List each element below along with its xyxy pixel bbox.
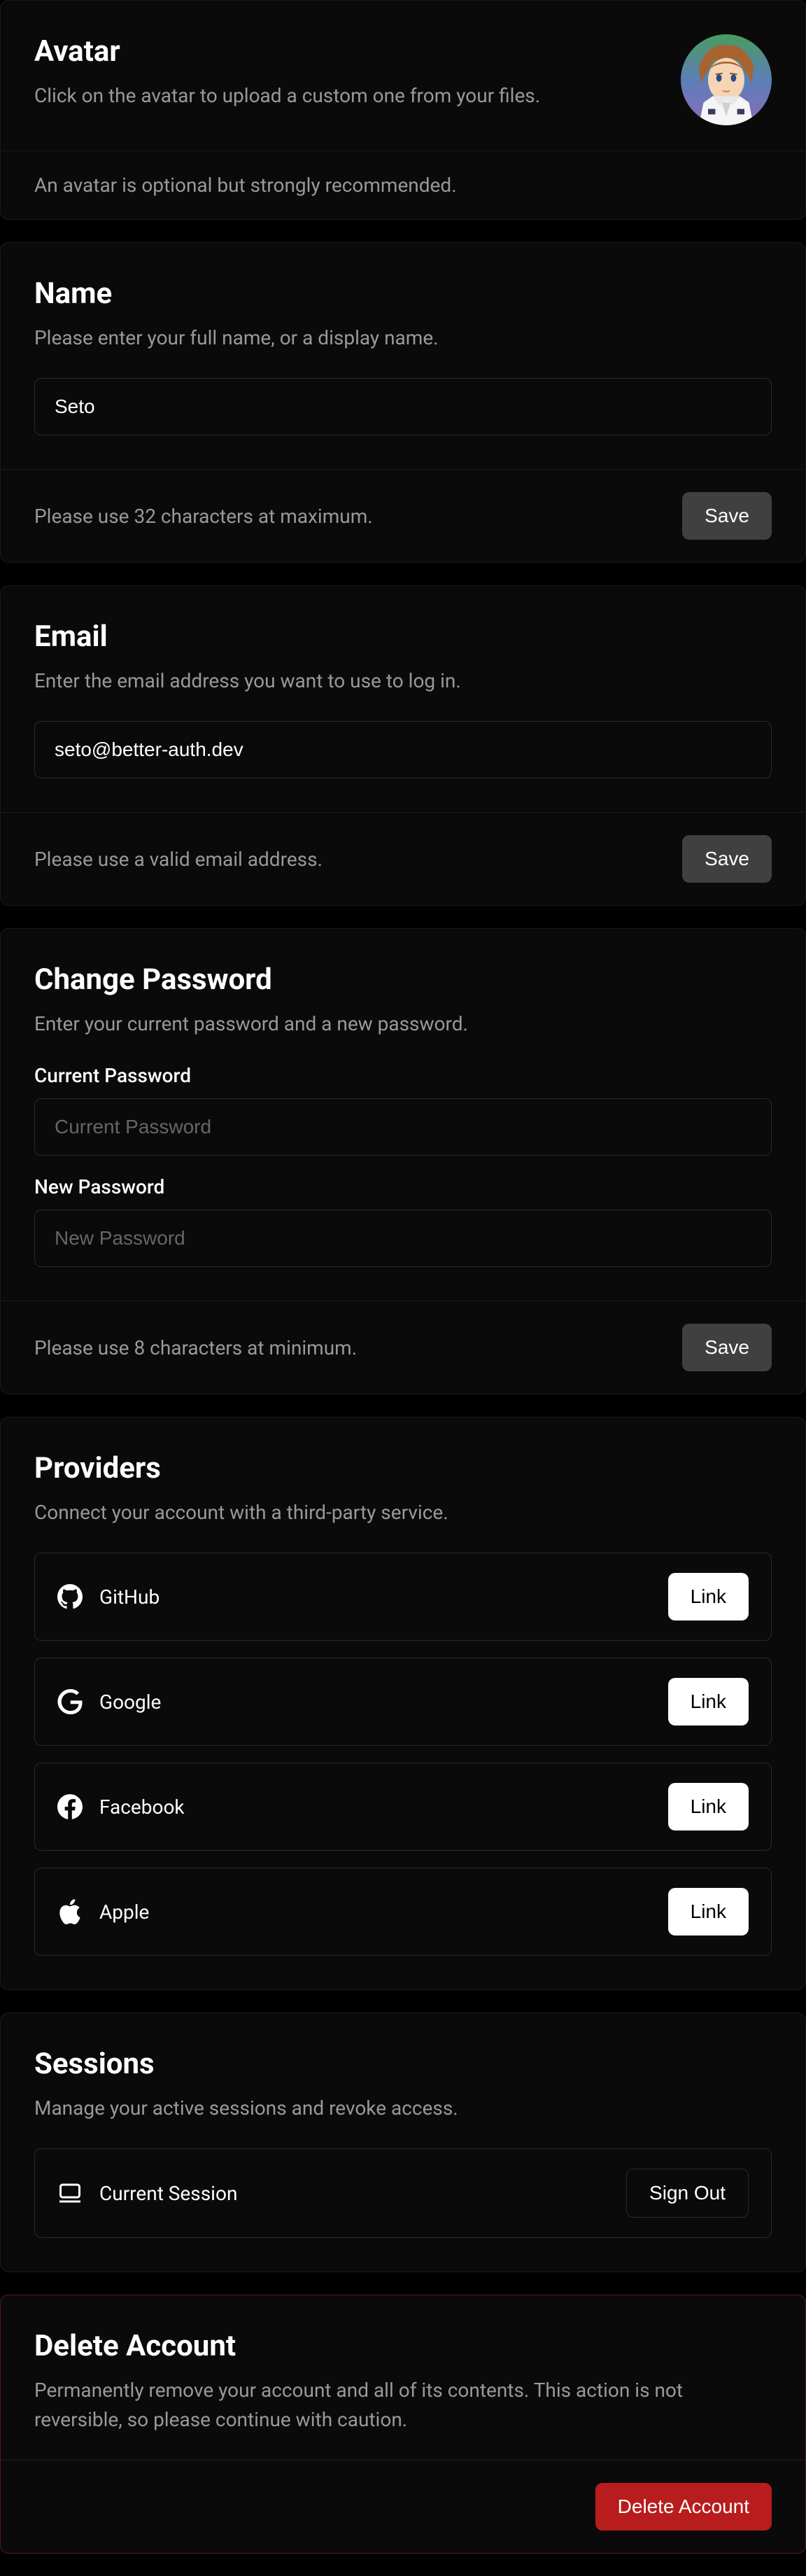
delete-account-card: Delete Account Permanently remove your a… [0, 2295, 806, 2554]
name-input[interactable] [34, 378, 772, 435]
name-title: Name [34, 276, 772, 311]
provider-row-google: Google Link [34, 1658, 772, 1746]
email-desc: Enter the email address you want to use … [34, 666, 772, 696]
provider-name-facebook: Facebook [99, 1795, 185, 1819]
new-password-label: New Password [34, 1175, 772, 1198]
provider-row-github: GitHub Link [34, 1553, 772, 1641]
providers-desc: Connect your account with a third-party … [34, 1498, 772, 1527]
avatar-image[interactable] [681, 34, 772, 125]
delete-title: Delete Account [34, 2329, 772, 2363]
link-button-google[interactable]: Link [668, 1678, 749, 1726]
name-card: Name Please enter your full name, or a d… [0, 242, 806, 563]
email-card: Email Enter the email address you want t… [0, 585, 806, 906]
current-password-input[interactable] [34, 1098, 772, 1156]
password-save-button[interactable]: Save [682, 1324, 772, 1371]
session-name-current: Current Session [99, 2182, 237, 2205]
avatar-card: Avatar Click on the avatar to upload a c… [0, 0, 806, 220]
sessions-desc: Manage your active sessions and revoke a… [34, 2094, 772, 2123]
link-button-apple[interactable]: Link [668, 1888, 749, 1935]
github-icon [57, 1584, 83, 1609]
password-desc: Enter your current password and a new pa… [34, 1009, 772, 1039]
email-save-button[interactable]: Save [682, 835, 772, 883]
name-desc: Please enter your full name, or a displa… [34, 323, 772, 353]
password-title: Change Password [34, 962, 772, 997]
delete-desc: Permanently remove your account and all … [34, 2376, 772, 2435]
name-footer-text: Please use 32 characters at maximum. [34, 505, 373, 528]
avatar-desc: Click on the avatar to upload a custom o… [34, 81, 658, 111]
provider-name-github: GitHub [99, 1586, 160, 1609]
avatar-footer-text: An avatar is optional but strongly recom… [34, 174, 772, 197]
new-password-input[interactable] [34, 1210, 772, 1267]
google-icon [57, 1689, 83, 1714]
facebook-icon [57, 1794, 83, 1819]
avatar-title: Avatar [34, 34, 658, 69]
providers-title: Providers [34, 1451, 772, 1485]
sessions-card: Sessions Manage your active sessions and… [0, 2012, 806, 2272]
email-footer-text: Please use a valid email address. [34, 848, 323, 871]
provider-name-google: Google [99, 1690, 161, 1714]
delete-account-button[interactable]: Delete Account [595, 2483, 772, 2530]
provider-row-apple: Apple Link [34, 1868, 772, 1956]
apple-icon [57, 1899, 83, 1924]
provider-name-apple: Apple [99, 1900, 149, 1924]
signout-button[interactable]: Sign Out [626, 2169, 749, 2218]
providers-card: Providers Connect your account with a th… [0, 1417, 806, 1990]
name-save-button[interactable]: Save [682, 492, 772, 540]
sessions-title: Sessions [34, 2047, 772, 2081]
link-button-github[interactable]: Link [668, 1573, 749, 1620]
email-title: Email [34, 620, 772, 654]
email-input[interactable] [34, 721, 772, 778]
session-row-current: Current Session Sign Out [34, 2148, 772, 2238]
password-footer-text: Please use 8 characters at minimum. [34, 1336, 357, 1359]
link-button-facebook[interactable]: Link [668, 1783, 749, 1830]
current-password-label: Current Password [34, 1064, 772, 1087]
password-card: Change Password Enter your current passw… [0, 928, 806, 1394]
laptop-icon [57, 2180, 83, 2206]
provider-row-facebook: Facebook Link [34, 1763, 772, 1851]
